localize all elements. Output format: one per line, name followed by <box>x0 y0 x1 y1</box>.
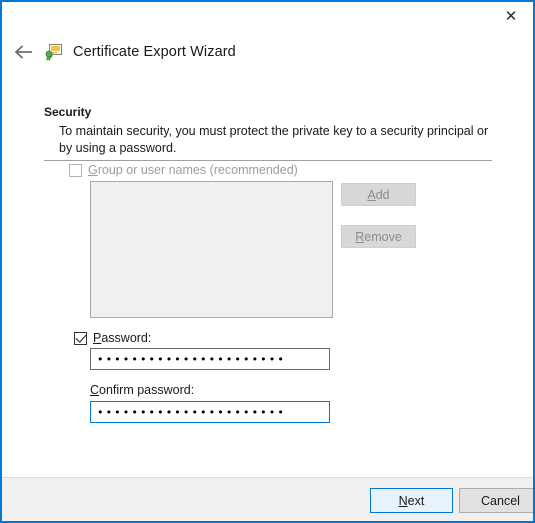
close-button[interactable]: ✕ <box>489 2 533 31</box>
remove-label-rest: emove <box>364 229 402 244</box>
password-checkbox-box <box>74 331 87 345</box>
password-label-rest: assword: <box>101 331 152 345</box>
remove-button[interactable]: Remove <box>341 225 416 248</box>
confirm-password-label: Confirm password: <box>90 383 194 397</box>
password-label: Password: <box>93 331 151 345</box>
next-button[interactable]: Next <box>370 488 453 513</box>
add-button[interactable]: Add <box>341 183 416 206</box>
group-or-user-names-checkbox[interactable]: Group or user names (recommended) <box>69 163 298 177</box>
wizard-header: Certificate Export Wizard <box>2 32 533 72</box>
certificate-export-wizard-window: ✕ Certificate Export Wizard Security To … <box>0 0 535 523</box>
section-description: To maintain security, you must protect t… <box>59 124 489 155</box>
close-icon: ✕ <box>504 7 518 25</box>
certificate-export-icon <box>44 42 64 62</box>
add-label-rest: dd <box>375 187 390 202</box>
wizard-footer: Next Cancel <box>2 477 533 521</box>
back-button[interactable] <box>6 37 42 67</box>
next-label-rest: ext <box>407 493 425 508</box>
group-or-user-names-label: Group or user names (recommended) <box>88 163 298 177</box>
confirm-accel-letter: C <box>90 383 100 397</box>
next-accel-letter: N <box>398 493 408 508</box>
confirm-label-rest: onfirm password: <box>99 383 195 397</box>
add-accel-letter: A <box>367 187 376 202</box>
group-or-user-names-listbox[interactable] <box>90 181 333 318</box>
cancel-button[interactable]: Cancel <box>459 488 533 513</box>
group-label-rest: roup or user names (recommended) <box>97 163 298 177</box>
header-separator <box>44 160 492 161</box>
group-or-user-names-checkbox-box <box>69 163 82 177</box>
group-accel-letter: G <box>88 163 98 177</box>
section-heading: Security <box>44 105 92 119</box>
confirm-password-input[interactable]: •••••••••••••••••••••• <box>90 401 330 423</box>
wizard-body: Security To maintain security, you must … <box>2 72 533 477</box>
page-title: Certificate Export Wizard <box>73 44 236 60</box>
password-input[interactable]: •••••••••••••••••••••• <box>90 348 330 370</box>
title-bar: ✕ <box>2 2 533 32</box>
password-checkbox[interactable]: Password: <box>74 331 151 345</box>
back-arrow-icon <box>14 45 32 59</box>
remove-accel-letter: R <box>355 229 365 244</box>
